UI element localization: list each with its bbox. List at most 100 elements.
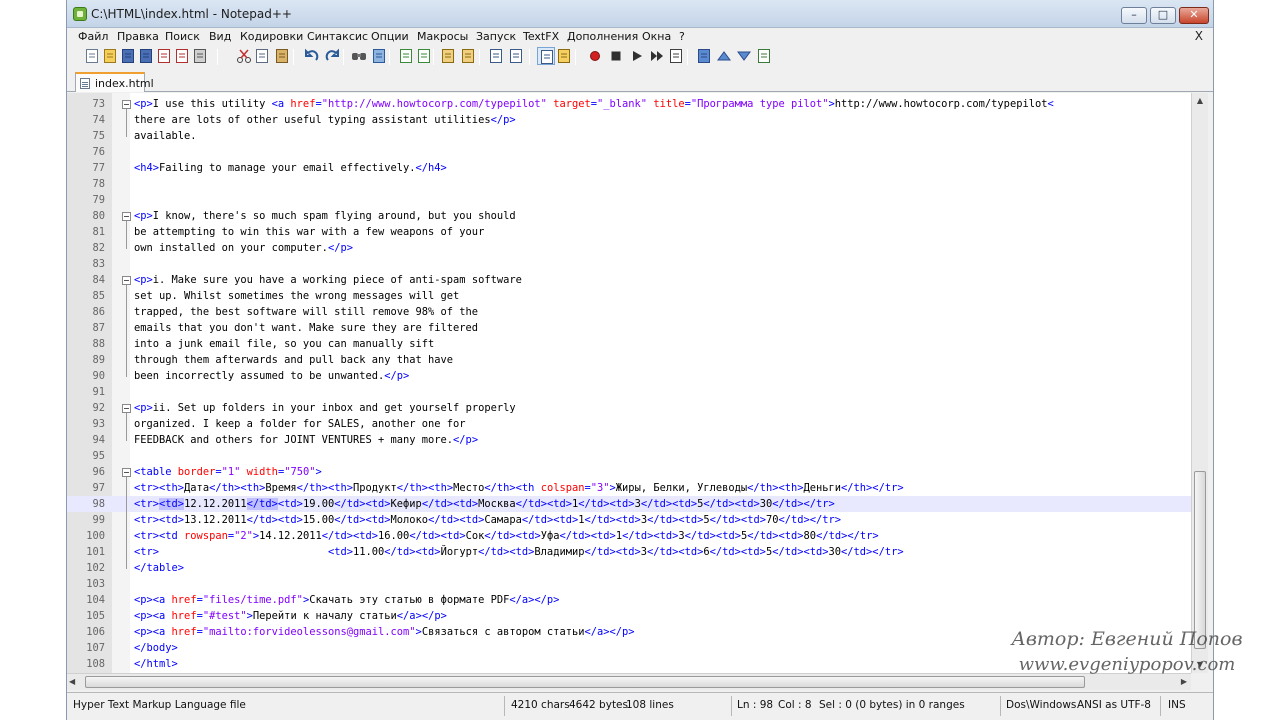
code-line[interactable]: 86 trapped, the best software will still … — [67, 304, 1191, 320]
code-editor[interactable]: 73 <p>I use this utility <a href="http://… — [67, 93, 1191, 673]
down-button[interactable] — [735, 47, 753, 65]
horizontal-scrollbar[interactable]: ◀ ▶ — [67, 673, 1191, 690]
code-line[interactable]: 100 <tr><td rowspan="2">14.12.2011</td><t… — [67, 528, 1191, 544]
close-all-button[interactable] — [173, 47, 191, 65]
fold-toggle-icon[interactable] — [122, 468, 131, 477]
minimize-button[interactable]: – — [1121, 7, 1147, 24]
menu-search[interactable]: Поиск — [165, 30, 200, 43]
close-document-button[interactable]: X — [1195, 29, 1203, 43]
save-button[interactable] — [119, 47, 137, 65]
save-macro-button[interactable] — [667, 47, 685, 65]
scroll-up-arrow-icon[interactable]: ▲ — [1192, 93, 1208, 109]
status-encoding[interactable]: ANSI as UTF-8 — [1077, 699, 1151, 711]
replace-button[interactable] — [370, 47, 388, 65]
code-line[interactable]: 75 available. — [67, 128, 1191, 144]
spell-button[interactable] — [755, 47, 773, 65]
play-macro-button[interactable] — [628, 47, 646, 65]
code-line[interactable]: 101 <tr> <td>11.00</td><td>Йогурт</td><td… — [67, 544, 1191, 560]
fold-toggle-icon[interactable] — [122, 276, 131, 285]
vertical-scrollbar[interactable]: ▲ ▼ — [1191, 93, 1208, 673]
run-macro-button[interactable] — [648, 47, 666, 65]
code-line[interactable]: 74 there are lots of other useful typing … — [67, 112, 1191, 128]
undo-button[interactable] — [303, 47, 321, 65]
zoom-out-button[interactable] — [415, 47, 433, 65]
code-line[interactable]: 105 <p><a href="#test">Перейти к началу с… — [67, 608, 1191, 624]
code-line[interactable]: 97 <tr><th>Дата</th><th>Время</th><th>Про… — [67, 480, 1191, 496]
sync-v-button[interactable] — [439, 47, 457, 65]
menu-help[interactable]: ? — [679, 30, 685, 43]
user-lang-button[interactable] — [555, 47, 573, 65]
wrap-button[interactable] — [487, 47, 505, 65]
code-line[interactable]: 96 <table border="1" width="750"> — [67, 464, 1191, 480]
open-button[interactable] — [101, 47, 119, 65]
code-line[interactable]: 79 — [67, 192, 1191, 208]
menu-view[interactable]: Вид — [209, 30, 231, 43]
vertical-scroll-thumb[interactable] — [1194, 471, 1206, 649]
record-macro-button[interactable] — [586, 47, 604, 65]
fold-toggle-icon[interactable] — [122, 212, 131, 221]
code-line[interactable]: 76 — [67, 144, 1191, 160]
all-chars-button[interactable] — [507, 47, 525, 65]
code-line[interactable]: 107 </body> — [67, 640, 1191, 656]
code-line[interactable]: 78 — [67, 176, 1191, 192]
code-line[interactable]: 99 <tr><td>13.12.2011</td><td>15.00</td><… — [67, 512, 1191, 528]
title-bar[interactable]: C:\HTML\index.html - Notepad++ – □ ✕ — [67, 0, 1213, 28]
new-button[interactable] — [83, 47, 101, 65]
code-line[interactable]: 90 been incorrectly assumed to be unwante… — [67, 368, 1191, 384]
code-line[interactable]: 94 FEEDBACK and others for JOINT VENTURES… — [67, 432, 1191, 448]
trim-button[interactable] — [695, 47, 713, 65]
code-line[interactable]: 104 <p><a href="files/time.pdf">Скачать э… — [67, 592, 1191, 608]
cut-button[interactable] — [235, 47, 253, 65]
menu-textfx[interactable]: TextFX — [523, 30, 559, 43]
code-line[interactable]: 85 set up. Whilst sometimes the wrong mes… — [67, 288, 1191, 304]
code-line[interactable]: 95 — [67, 448, 1191, 464]
code-line[interactable]: 108 </html> — [67, 656, 1191, 672]
code-line[interactable]: 81 be attempting to win this war with a f… — [67, 224, 1191, 240]
code-line[interactable]: 89 through them afterwards and pull back … — [67, 352, 1191, 368]
menu-file[interactable]: Файл — [78, 30, 108, 43]
status-insert-mode[interactable]: INS — [1168, 699, 1186, 711]
menu-run[interactable]: Запуск — [476, 30, 516, 43]
menu-syntax[interactable]: Синтаксис — [307, 30, 368, 43]
fold-toggle-icon[interactable] — [122, 404, 131, 413]
paste-button[interactable] — [273, 47, 291, 65]
code-line[interactable]: 92 <p>ii. Set up folders in your inbox an… — [67, 400, 1191, 416]
menu-options[interactable]: Опции — [371, 30, 409, 43]
redo-button[interactable] — [323, 47, 341, 65]
code-line[interactable]: 82 own installed on your computer.</p> — [67, 240, 1191, 256]
copy-button[interactable] — [253, 47, 271, 65]
code-line[interactable]: 80 <p>I know, there's so much spam flying… — [67, 208, 1191, 224]
code-line[interactable]: 106 <p><a href="mailto:forvideolessons@gm… — [67, 624, 1191, 640]
code-line[interactable]: 91 — [67, 384, 1191, 400]
code-line[interactable]: 83 — [67, 256, 1191, 272]
fold-toggle-icon[interactable] — [122, 100, 131, 109]
menu-macros[interactable]: Макросы — [417, 30, 468, 43]
print-button[interactable] — [191, 47, 209, 65]
stop-macro-button[interactable] — [607, 47, 625, 65]
close-window-button[interactable]: ✕ — [1179, 7, 1209, 24]
sync-h-button[interactable] — [459, 47, 477, 65]
scroll-right-arrow-icon[interactable]: ▶ — [1181, 674, 1187, 690]
code-line[interactable]: 93 organized. I keep a folder for SALES, … — [67, 416, 1191, 432]
zoom-in-button[interactable] — [397, 47, 415, 65]
code-line[interactable]: 84 <p>i. Make sure you have a working pie… — [67, 272, 1191, 288]
indent-guide-button[interactable] — [537, 47, 555, 65]
code-line[interactable]: 102 </table> — [67, 560, 1191, 576]
up-button[interactable] — [715, 47, 733, 65]
code-line[interactable]: 87 emails that you don't want. Make sure … — [67, 320, 1191, 336]
menu-plugins[interactable]: Дополнения — [567, 30, 638, 43]
status-eol-format[interactable]: Dos\Windows — [1006, 699, 1076, 711]
find-button[interactable] — [350, 47, 368, 65]
menu-edit[interactable]: Правка — [117, 30, 159, 43]
code-line[interactable]: 77 <h4>Failing to manage your email effec… — [67, 160, 1191, 176]
code-line[interactable]: 73 <p>I use this utility <a href="http://… — [67, 96, 1191, 112]
scroll-left-arrow-icon[interactable]: ◀ — [69, 674, 75, 690]
horizontal-scroll-thumb[interactable] — [85, 676, 1085, 688]
notepad-app-icon[interactable] — [73, 7, 87, 21]
menu-encoding[interactable]: Кодировки — [240, 30, 303, 43]
tab-index-html[interactable]: index.html — [75, 72, 154, 92]
scroll-down-arrow-icon[interactable]: ▼ — [1192, 657, 1208, 673]
code-line[interactable]: 103 — [67, 576, 1191, 592]
save-all-button[interactable] — [137, 47, 155, 65]
menu-windows[interactable]: Окна — [642, 30, 671, 43]
